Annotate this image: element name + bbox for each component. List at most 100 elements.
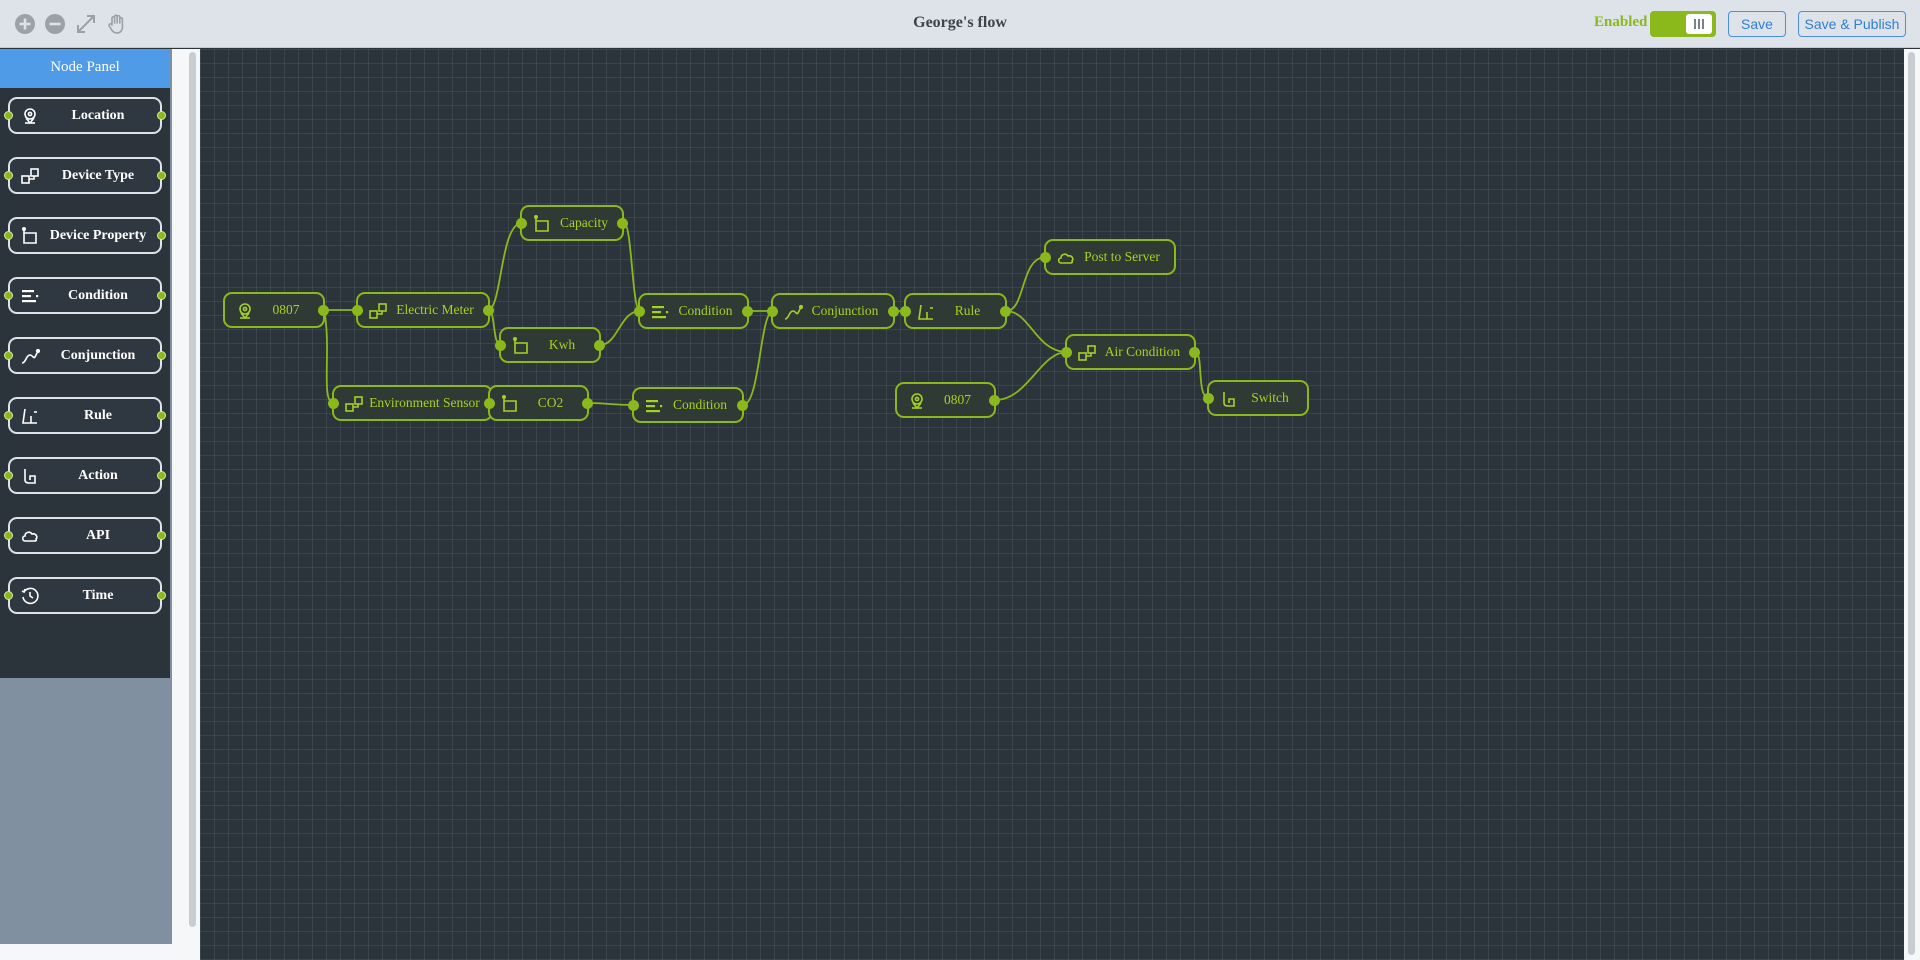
output-port[interactable] xyxy=(157,111,166,120)
input-port[interactable] xyxy=(4,531,13,540)
flow-node-switch[interactable]: Switch xyxy=(1203,380,1309,416)
flow-node-kwh[interactable]: Kwh xyxy=(495,327,605,363)
flow-node-air-condition[interactable]: Air Condition xyxy=(1061,334,1200,370)
link-electric-meter-to-capacity[interactable] xyxy=(487,222,523,311)
input-port[interactable] xyxy=(1040,252,1051,263)
time-icon xyxy=(20,586,40,606)
panel-item-label: Device Property xyxy=(49,228,147,243)
link-rule-to-post-to-server[interactable] xyxy=(1005,256,1047,312)
input-port[interactable] xyxy=(516,218,527,229)
device-property-icon xyxy=(500,394,520,414)
panel-item-action[interactable]: Action xyxy=(4,457,166,494)
flow-node-location[interactable]: 0807 xyxy=(223,292,329,328)
flow-node-location-2[interactable]: 0807 xyxy=(895,382,1000,418)
input-port[interactable] xyxy=(4,231,13,240)
input-port[interactable] xyxy=(4,591,13,600)
node-label: Kwh xyxy=(548,337,576,352)
save-button[interactable]: Save xyxy=(1728,11,1786,37)
input-port[interactable] xyxy=(328,398,339,409)
enabled-toggle[interactable] xyxy=(1650,11,1716,37)
device-type-icon xyxy=(20,166,40,186)
connection-layer xyxy=(323,222,1210,406)
panel-item-rule[interactable]: Rule xyxy=(4,397,166,434)
output-port[interactable] xyxy=(157,291,166,300)
flow-node-environment-sensor[interactable]: Environment Sensor xyxy=(328,385,497,421)
input-port[interactable] xyxy=(634,306,645,317)
flow-node-condition-2[interactable]: Condition xyxy=(628,387,748,423)
flow-canvas[interactable]: 0807 Electric Meter Environment Sensor C… xyxy=(200,49,1904,960)
panel-item-label: Condition xyxy=(68,288,128,303)
api-icon xyxy=(1056,248,1076,268)
panel-item-time[interactable]: Time xyxy=(4,577,166,614)
output-port[interactable] xyxy=(1000,306,1011,317)
input-port[interactable] xyxy=(4,291,13,300)
flow-node-post-to-server[interactable]: Post to Server xyxy=(1040,239,1176,275)
output-port[interactable] xyxy=(594,340,605,351)
output-port[interactable] xyxy=(157,531,166,540)
input-port[interactable] xyxy=(352,305,363,316)
output-port[interactable] xyxy=(157,471,166,480)
output-port[interactable] xyxy=(157,231,166,240)
output-port[interactable] xyxy=(888,306,899,317)
link-condition-2-to-conjunction[interactable] xyxy=(742,310,774,406)
output-port[interactable] xyxy=(737,400,748,411)
panel-item-label: Location xyxy=(71,108,125,123)
output-port[interactable] xyxy=(742,306,753,317)
input-port[interactable] xyxy=(495,340,506,351)
node-label: 0807 xyxy=(272,302,300,317)
node-panel-list: Location Device Type Device Property Con… xyxy=(0,88,170,678)
output-port[interactable] xyxy=(617,218,628,229)
output-port[interactable] xyxy=(483,305,494,316)
output-port[interactable] xyxy=(157,591,166,600)
panel-item-device-type[interactable]: Device Type xyxy=(4,157,166,194)
flow-node-co2[interactable]: CO2 xyxy=(484,385,593,421)
device-type-icon xyxy=(344,394,364,414)
panel-item-api[interactable]: API xyxy=(4,517,166,554)
link-rule-to-air-condition[interactable] xyxy=(1005,310,1068,353)
input-port[interactable] xyxy=(4,351,13,360)
node-panel: Node Panel Location Device Type Device P… xyxy=(0,49,172,946)
output-port[interactable] xyxy=(318,305,329,316)
node-label: Electric Meter xyxy=(396,302,474,317)
flow-node-electric-meter[interactable]: Electric Meter xyxy=(352,292,494,328)
save-publish-button[interactable]: Save & Publish xyxy=(1798,11,1906,37)
output-port[interactable] xyxy=(582,398,593,409)
flow-node-rule[interactable]: Rule xyxy=(900,293,1011,329)
node-label: Air Condition xyxy=(1104,344,1181,359)
node-label: Rule xyxy=(954,303,981,318)
node-label: Condition xyxy=(678,303,733,318)
input-port[interactable] xyxy=(484,398,495,409)
scrollbar-thumb[interactable] xyxy=(189,52,196,927)
panel-item-conjunction[interactable]: Conjunction xyxy=(4,337,166,374)
flow-node-conjunction[interactable]: Conjunction xyxy=(767,293,899,329)
input-port[interactable] xyxy=(900,306,911,317)
node-panel-scrollbar[interactable] xyxy=(186,49,200,960)
input-port[interactable] xyxy=(767,306,778,317)
output-port[interactable] xyxy=(157,411,166,420)
output-port[interactable] xyxy=(1189,347,1200,358)
canvas-scrollbar[interactable] xyxy=(1904,49,1920,960)
input-port[interactable] xyxy=(1061,347,1072,358)
panel-item-label: Rule xyxy=(84,408,112,423)
input-port[interactable] xyxy=(4,171,13,180)
link-kwh-to-condition[interactable] xyxy=(599,310,641,346)
output-port[interactable] xyxy=(989,395,1000,406)
link-location-2-to-air-condition[interactable] xyxy=(994,351,1068,401)
toggle-knob[interactable] xyxy=(1686,14,1712,34)
node-label: Switch xyxy=(1251,390,1289,405)
input-port[interactable] xyxy=(1203,393,1214,404)
output-port[interactable] xyxy=(157,351,166,360)
panel-item-location[interactable]: Location xyxy=(4,97,166,134)
panel-item-condition[interactable]: Condition xyxy=(4,277,166,314)
node-label: CO2 xyxy=(537,395,564,410)
scrollbar-thumb[interactable] xyxy=(1908,52,1915,955)
output-port[interactable] xyxy=(157,171,166,180)
flow-node-capacity[interactable]: Capacity xyxy=(516,205,628,241)
panel-item-label: Conjunction xyxy=(60,348,136,363)
flow-node-condition[interactable]: Condition xyxy=(634,293,753,329)
input-port[interactable] xyxy=(4,471,13,480)
input-port[interactable] xyxy=(4,111,13,120)
panel-item-device-property[interactable]: Device Property xyxy=(4,217,166,254)
input-port[interactable] xyxy=(628,400,639,411)
input-port[interactable] xyxy=(4,411,13,420)
